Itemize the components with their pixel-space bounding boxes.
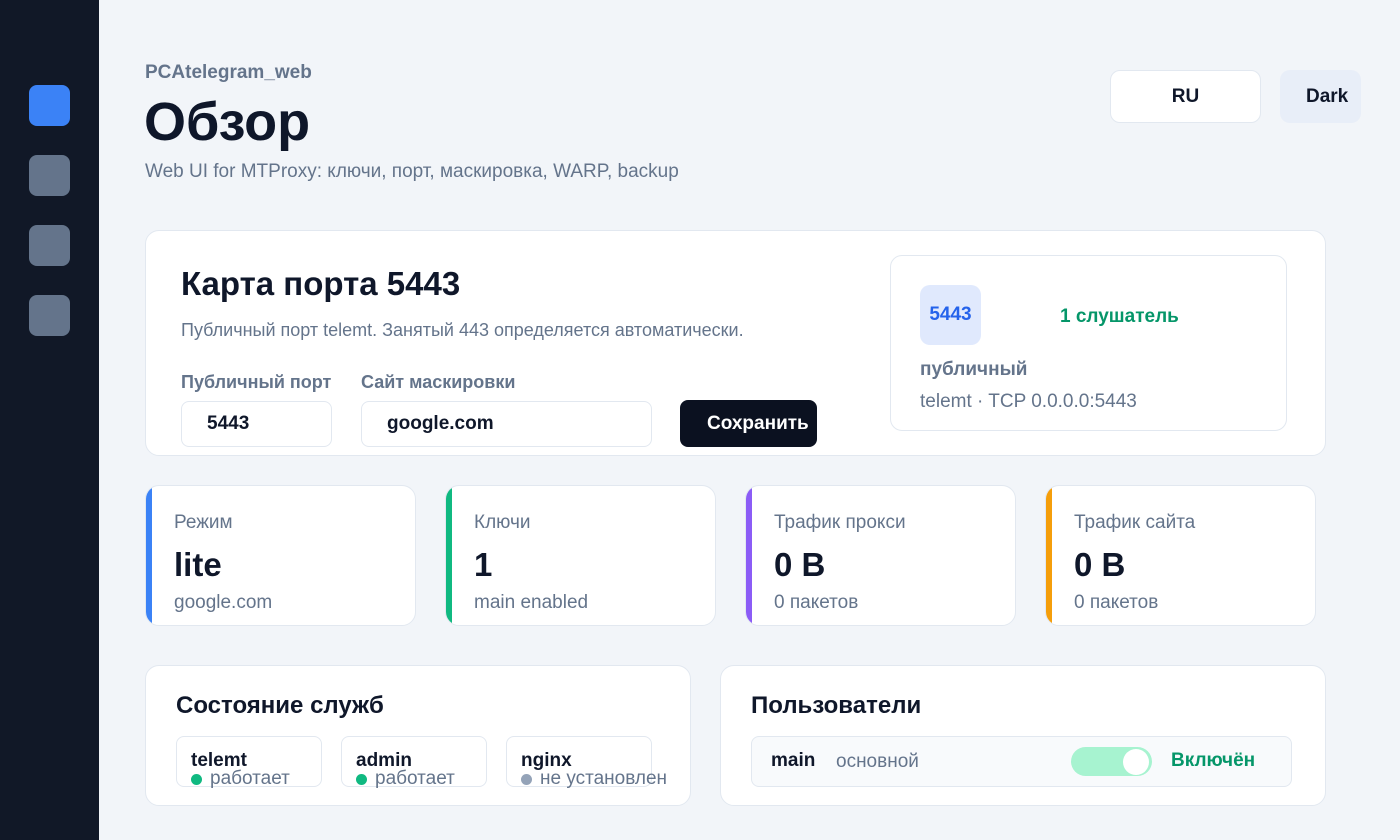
service-status: работает	[191, 768, 290, 790]
users-title: Пользователи	[751, 692, 922, 719]
sidebar-item-settings[interactable]	[29, 225, 70, 266]
services-card: Состояние служб telemt работает admin ра…	[145, 665, 691, 806]
stat-sub: main enabled	[474, 592, 589, 613]
stat-accent-bar	[446, 486, 452, 625]
page-title: Обзор	[144, 92, 311, 152]
sidebar-item-overview[interactable]	[29, 85, 70, 126]
stat-value: 0 B	[1074, 546, 1126, 583]
stat-sub: 0 пакетов	[1074, 592, 1159, 613]
mask-site-label: Сайт маскировки	[361, 372, 516, 392]
port-card-title: Карта порта 5443	[181, 265, 461, 302]
stat-value: 1	[474, 546, 493, 583]
port-address: telemt · TCP 0.0.0.0:5443	[920, 391, 1137, 412]
port-info-panel: 5443 1 слушатель публичный telemt · TCP …	[890, 255, 1287, 431]
save-button[interactable]: Сохранить	[680, 400, 817, 447]
stat-accent-bar	[146, 486, 152, 625]
service-status: не установлен	[521, 768, 667, 790]
mask-site-input[interactable]: google.com	[361, 401, 652, 447]
sidebar	[0, 0, 99, 840]
stat-label: Режим	[174, 512, 233, 533]
port-card-description: Публичный порт telemt. Занятый 443 опред…	[181, 320, 744, 340]
service-status: работает	[356, 768, 455, 790]
toggle-knob	[1123, 749, 1149, 775]
user-name: main	[771, 750, 816, 771]
users-card: Пользователи main основной Включён	[720, 665, 1326, 806]
listeners-count: 1 слушатель	[1060, 306, 1179, 327]
user-role: основной	[836, 751, 919, 772]
public-port-input[interactable]: 5443	[181, 401, 332, 447]
user-row[interactable]: main основной Включён	[751, 736, 1292, 787]
status-dot-icon	[521, 773, 532, 785]
stat-label: Трафик сайта	[1074, 512, 1196, 533]
service-status-text: не установлен	[540, 768, 668, 789]
services-title: Состояние служб	[176, 692, 384, 719]
language-button[interactable]: RU	[1110, 70, 1261, 123]
stat-card-site-traffic: Трафик сайта 0 B 0 пакетов	[1045, 485, 1316, 626]
service-item-telemt[interactable]: telemt работает	[176, 736, 322, 790]
service-status-text: работает	[375, 768, 455, 789]
sidebar-item-backup[interactable]	[29, 295, 70, 336]
stat-label: Трафик прокси	[774, 512, 906, 533]
stat-accent-bar	[1046, 486, 1052, 625]
user-enabled-toggle[interactable]	[1071, 747, 1152, 776]
theme-toggle-button[interactable]: Dark	[1280, 70, 1361, 123]
status-dot-icon	[191, 773, 202, 785]
stat-accent-bar	[746, 486, 752, 625]
stat-label: Ключи	[474, 512, 531, 533]
port-kind: публичный	[920, 359, 1028, 380]
stat-card-keys: Ключи 1 main enabled	[445, 485, 716, 626]
user-state: Включён	[1171, 750, 1256, 771]
stat-sub: 0 пакетов	[774, 592, 859, 613]
status-dot-icon	[356, 773, 367, 785]
port-card: Карта порта 5443 Публичный порт telemt. …	[145, 230, 1326, 456]
stat-sub: google.com	[174, 592, 273, 613]
service-item-admin[interactable]: admin работает	[341, 736, 487, 790]
stat-card-mode: Режим lite google.com	[145, 485, 416, 626]
stat-value: lite	[174, 546, 222, 583]
sidebar-item-keys[interactable]	[29, 155, 70, 196]
service-status-text: работает	[210, 768, 290, 789]
stat-card-proxy-traffic: Трафик прокси 0 B 0 пакетов	[745, 485, 1016, 626]
public-port-label: Публичный порт	[181, 372, 332, 392]
page-subtitle: Web UI for MTProxy: ключи, порт, маскиро…	[145, 161, 679, 182]
app-name: PCAtelegram_web	[145, 62, 312, 83]
port-badge: 5443	[920, 285, 981, 345]
service-item-nginx[interactable]: nginx не установлен	[506, 736, 667, 789]
stat-value: 0 B	[774, 546, 826, 583]
